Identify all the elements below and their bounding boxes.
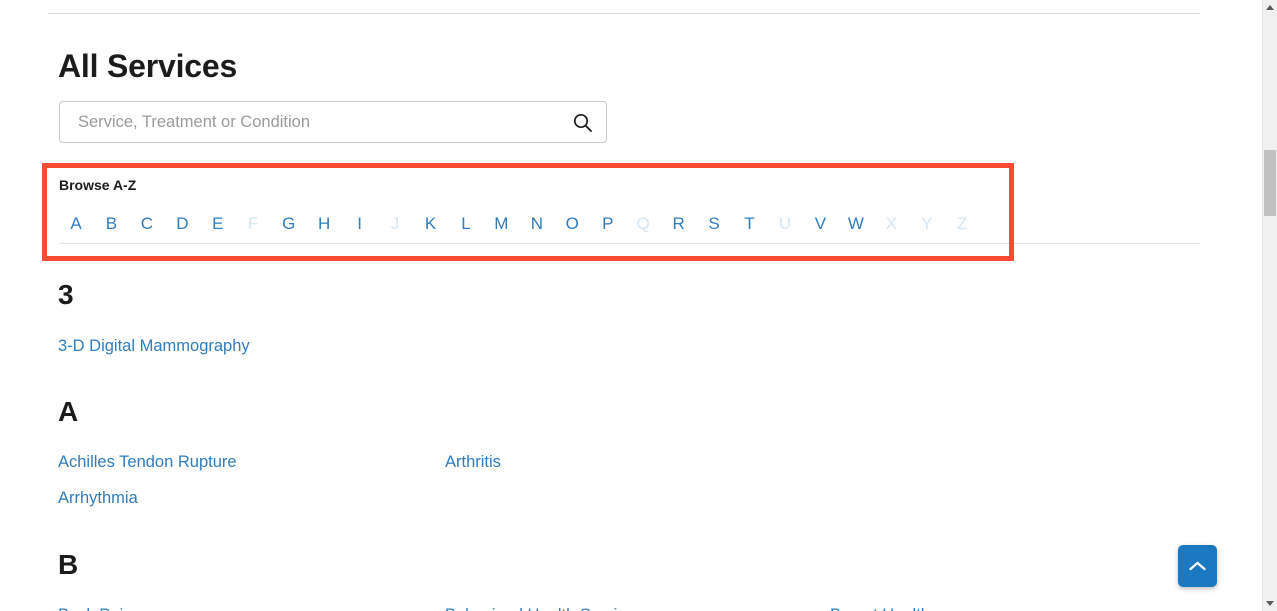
section-heading-b: B [58,549,79,580]
top-divider [48,13,1200,14]
alphabet-letter-l[interactable]: L [454,212,478,236]
alphabet-letter-e[interactable]: E [206,212,230,236]
alphabet-letter-h[interactable]: H [312,212,336,236]
alphabet-nav: ABCDEFGHIJKLMNOPQRSTUVWX Y Z [59,212,1200,238]
page-viewport: All Services Browse A-Z ABCDEFGHIJKLMNOP… [0,0,1262,611]
service-link[interactable]: Arthritis [445,451,501,473]
service-link[interactable]: Arrhythmia [58,487,138,509]
alphabet-letter-v[interactable]: V [808,212,832,236]
alphabet-letter-o[interactable]: O [560,212,584,236]
alphabet-letter-r[interactable]: R [667,212,691,236]
alphabet-letter-j: J [390,214,400,233]
alphabet-letter-u: U [778,214,792,233]
search-icon [573,113,592,132]
service-link[interactable]: 3-D Digital Mammography [58,335,250,357]
alphabet-divider [59,243,1200,244]
section-heading-3: 3 [58,279,74,310]
alphabet-letter-w[interactable]: W [844,212,868,236]
alphabet-letter-t[interactable]: T [738,212,762,236]
chevron-up-icon [1189,561,1206,570]
alphabet-letter-q: Q [636,214,650,233]
service-link[interactable]: Achilles Tendon Rupture [58,451,237,473]
alphabet-letter-z: Z [957,214,968,233]
alphabet-letter-x: X [885,214,898,233]
section-heading-a: A [58,396,79,427]
browse-az-label: Browse A-Z [59,177,137,193]
service-link[interactable]: Back Pain [58,604,132,611]
alphabet-letter-a[interactable]: A [64,212,88,236]
alphabet-letter-p[interactable]: P [596,212,620,236]
search-input[interactable] [60,102,560,142]
service-link[interactable]: Breast Health [830,604,930,611]
caret-down-icon [1266,601,1274,606]
caret-up-icon [1266,5,1274,10]
service-link[interactable]: Behavioral Health Services [445,604,643,611]
alphabet-letter-d[interactable]: D [170,212,194,236]
scrollbar-down-button[interactable] [1263,596,1277,611]
alphabet-letter-m[interactable]: M [489,212,513,236]
back-to-top-button[interactable] [1178,545,1217,587]
scrollbar-up-button[interactable] [1263,0,1277,15]
alphabet-letter-i[interactable]: I [348,212,372,236]
alphabet-letter-b[interactable]: B [99,212,123,236]
alphabet-letter-g[interactable]: G [277,212,301,236]
alphabet-letter-s[interactable]: S [702,212,726,236]
search-button[interactable] [564,107,600,137]
vertical-scrollbar[interactable] [1262,0,1277,611]
scrollbar-thumb[interactable] [1264,150,1276,216]
page-title: All Services [58,48,238,84]
search-box[interactable] [59,101,607,143]
alphabet-letter-f: F [248,214,259,233]
alphabet-letter-n[interactable]: N [525,212,549,236]
alphabet-letter-c[interactable]: C [135,212,159,236]
alphabet-letter-k[interactable]: K [419,212,443,236]
alphabet-letter-y: Y [921,214,933,233]
